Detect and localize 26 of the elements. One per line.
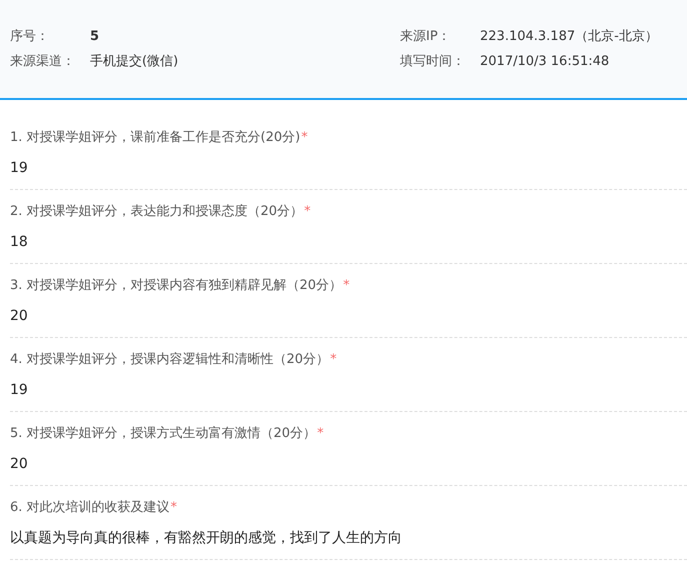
question-title: 1. 对授课学姐评分，课前准备工作是否充分(20分) bbox=[10, 130, 300, 145]
field-value: 手机提交(微信) bbox=[90, 53, 178, 71]
field-label: 来源IP： bbox=[400, 28, 452, 46]
question-title: 3. 对授课学姐评分，对授课内容有独到精辟见解（20分） bbox=[10, 278, 342, 293]
required-mark: * bbox=[301, 130, 308, 145]
answer-text: 20 bbox=[10, 307, 29, 325]
question-title: 5. 对授课学姐评分，授课方式生动富有激情（20分） bbox=[10, 426, 316, 441]
answer-text: 20 bbox=[10, 455, 29, 473]
answer-text: 19 bbox=[10, 159, 29, 177]
question-title: 2. 对授课学姐评分，表达能力和授课态度（20分） bbox=[10, 204, 304, 219]
field-value: 2017/10/3 16:51:48 bbox=[480, 53, 610, 71]
answer-text: 19 bbox=[10, 381, 29, 399]
answer-text: 以真题为导向真的很棒，有豁然开朗的感觉，找到了人生的方向 bbox=[10, 529, 403, 547]
required-mark: * bbox=[330, 352, 337, 367]
field-label: 来源渠道： bbox=[10, 53, 76, 71]
answer-text: 18 bbox=[10, 233, 29, 251]
required-mark: * bbox=[304, 204, 311, 219]
field-label: 填写时间： bbox=[400, 53, 466, 71]
field-value: 223.104.3.187（北京-北京） bbox=[480, 28, 658, 46]
field-label: 序号： bbox=[10, 28, 50, 46]
required-mark: * bbox=[343, 278, 350, 293]
field-value: 5 bbox=[90, 28, 100, 46]
required-mark: * bbox=[170, 500, 178, 515]
question-title: 4. 对授课学姐评分，授课内容逻辑性和清晰性（20分） bbox=[10, 352, 330, 367]
required-mark: * bbox=[317, 426, 324, 441]
question-title: 6. 对此次培训的收获及建议 bbox=[10, 500, 170, 515]
